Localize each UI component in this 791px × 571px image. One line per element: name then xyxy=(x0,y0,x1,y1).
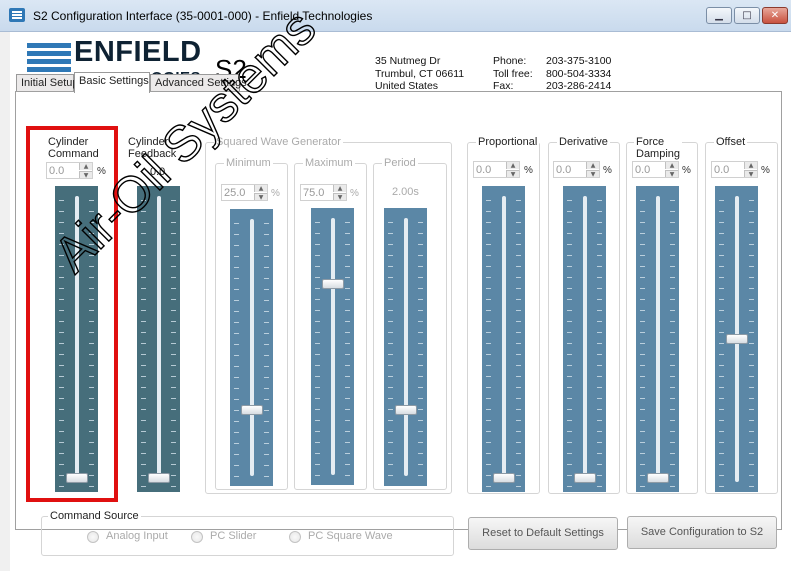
derivative-slider[interactable] xyxy=(563,186,606,492)
tab-initial-setup[interactable]: Initial Setup xyxy=(16,74,78,92)
minimum-slider[interactable] xyxy=(230,209,273,486)
minimize-button[interactable]: ▁ xyxy=(706,7,732,24)
slider-thumb[interactable] xyxy=(646,473,669,483)
app-icon xyxy=(9,8,25,22)
phone-value: 203-375-3100 xyxy=(546,55,612,67)
address-line: Trumbul, CT 06611 xyxy=(375,67,465,80)
spin-up-icon[interactable]: ▲ xyxy=(254,185,267,192)
minimum-input[interactable]: ▲ ▼ xyxy=(221,184,268,201)
slider-thumb[interactable] xyxy=(725,334,748,344)
spin-down-icon[interactable]: ▼ xyxy=(333,193,346,201)
percent-unit: % xyxy=(682,165,691,176)
slider-thumb[interactable] xyxy=(65,473,88,483)
offset-slider[interactable] xyxy=(715,186,758,492)
spin-down-icon[interactable]: ▼ xyxy=(744,170,757,178)
percent-unit: % xyxy=(761,165,770,176)
force-damping-label: Force Damping xyxy=(634,136,683,160)
spin-up-icon[interactable]: ▲ xyxy=(333,185,346,192)
percent-unit: % xyxy=(524,165,533,176)
close-button[interactable]: ✕ xyxy=(762,7,788,24)
offset-label: Offset xyxy=(714,136,748,148)
derivative-label: Derivative xyxy=(557,136,610,148)
spin-up-icon[interactable]: ▲ xyxy=(79,163,92,170)
percent-unit: % xyxy=(603,165,612,176)
title-bar: S2 Configuration Interface (35-0001-000)… xyxy=(0,0,791,32)
tab-advanced-settings[interactable]: Advanced Settings xyxy=(150,74,247,92)
slider-thumb[interactable] xyxy=(321,279,344,290)
minimum-label: Minimum xyxy=(224,157,273,169)
radio-circle-icon[interactable] xyxy=(191,531,203,543)
radio-label: Analog Input xyxy=(106,530,168,542)
maximum-label: Maximum xyxy=(303,157,355,169)
slider-thumb[interactable] xyxy=(240,404,263,415)
phone-label: Phone: xyxy=(493,55,527,67)
address-line: 35 Nutmeg Dr xyxy=(375,55,441,67)
proportional-slider[interactable] xyxy=(482,186,525,492)
spin-down-icon[interactable]: ▼ xyxy=(506,170,519,178)
cylinder-command-label: Cylinder Command xyxy=(48,136,99,160)
radio-label: PC Slider xyxy=(210,530,257,542)
percent-unit: % xyxy=(97,166,106,177)
command-source-title: Command Source xyxy=(48,510,141,522)
cylinder-command-slider[interactable] xyxy=(55,186,98,492)
address-block: 35 Nutmeg Dr Trumbul, CT 06611 United St… xyxy=(375,55,464,93)
spin-up-icon[interactable]: ▲ xyxy=(506,162,519,169)
period-slider[interactable] xyxy=(384,208,427,486)
contact-labels: Phone: Toll free: Fax: xyxy=(493,55,533,93)
cylinder-command-input[interactable]: ▲ ▼ xyxy=(46,162,93,179)
force-damping-slider[interactable] xyxy=(636,186,679,492)
spin-down-icon[interactable]: ▼ xyxy=(586,170,599,178)
slider-thumb[interactable] xyxy=(394,404,417,415)
derivative-input[interactable]: ▲ ▼ xyxy=(553,161,600,178)
spin-down-icon[interactable]: ▼ xyxy=(665,170,678,178)
reset-defaults-button[interactable]: Reset to Default Settings xyxy=(468,517,618,550)
slider-thumb[interactable] xyxy=(573,473,596,483)
spin-down-icon[interactable]: ▼ xyxy=(79,171,92,179)
proportional-label: Proportional xyxy=(476,136,540,148)
slider-thumb xyxy=(147,473,170,483)
tab-basic-settings[interactable]: Basic Settings xyxy=(74,72,150,93)
maximum-slider[interactable] xyxy=(311,208,354,485)
app-window: S2 Configuration Interface (35-0001-000)… xyxy=(0,0,791,571)
spin-up-icon[interactable]: ▲ xyxy=(744,162,757,169)
proportional-input[interactable]: ▲ ▼ xyxy=(473,161,520,178)
radio-circle-icon[interactable] xyxy=(289,531,301,543)
tollfree-value: 800-504-3334 xyxy=(546,67,612,80)
period-label: Period xyxy=(382,157,418,169)
force-damping-input[interactable]: ▲ ▼ xyxy=(632,161,679,178)
squared-wave-generator-title: Squared Wave Generator xyxy=(214,136,343,148)
contact-values: 203-375-3100 800-504-3334 203-286-2414 xyxy=(546,55,611,93)
tollfree-label: Toll free: xyxy=(493,67,533,80)
cylinder-feedback-label: Cylinder Feedback xyxy=(128,136,177,160)
save-configuration-button[interactable]: Save Configuration to S2 xyxy=(627,516,777,549)
window-title: S2 Configuration Interface (35-0001-000)… xyxy=(33,9,373,23)
radio-label: PC Square Wave xyxy=(308,530,393,542)
cylinder-feedback-slider xyxy=(137,186,180,492)
percent-unit: % xyxy=(350,188,359,199)
radio-circle-icon[interactable] xyxy=(87,531,99,543)
cylinder-feedback-value: 0.0 xyxy=(150,166,166,178)
percent-unit: % xyxy=(271,188,280,199)
spin-down-icon[interactable]: ▼ xyxy=(254,193,267,201)
spin-up-icon[interactable]: ▲ xyxy=(586,162,599,169)
spin-up-icon[interactable]: ▲ xyxy=(665,162,678,169)
brand-name: ENFIELD xyxy=(74,36,202,68)
maximum-input[interactable]: ▲ ▼ xyxy=(300,184,347,201)
offset-input[interactable]: ▲ ▼ xyxy=(711,161,758,178)
maximize-button[interactable]: □ xyxy=(734,7,760,24)
slider-thumb[interactable] xyxy=(492,473,515,483)
period-value: 2.00s xyxy=(392,186,419,198)
